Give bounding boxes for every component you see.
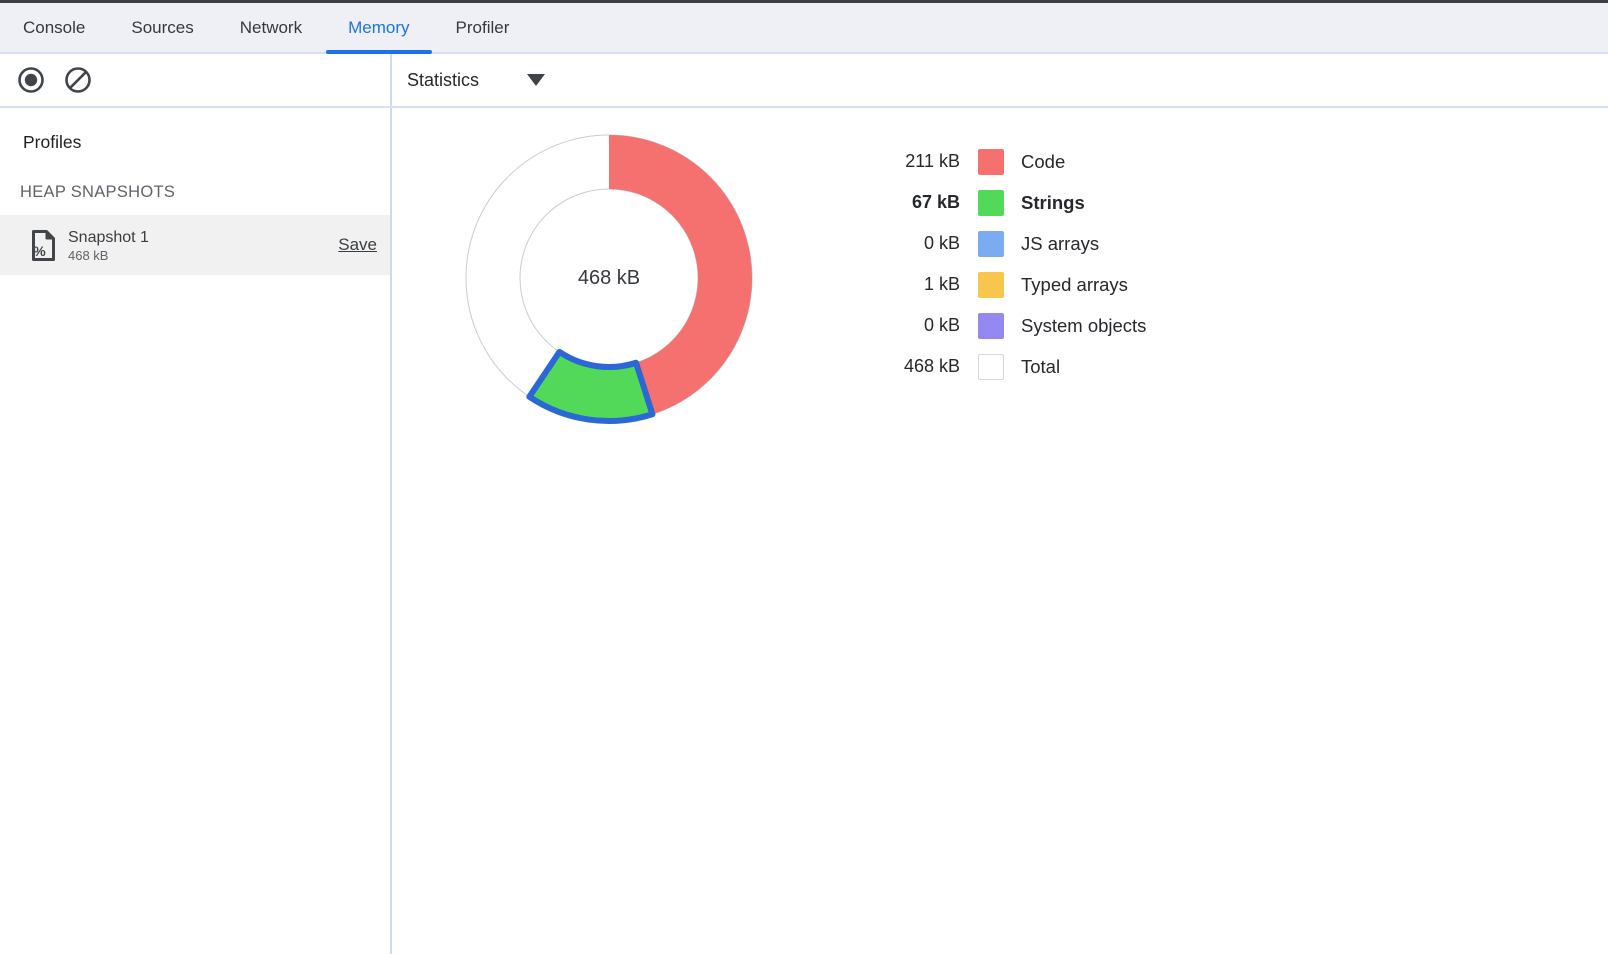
legend-row-system-objects: 0 kB System objects [860, 305, 1146, 346]
legend-label-code: Code [1021, 151, 1065, 173]
clear-profiles-button[interactable] [64, 66, 92, 94]
profiles-sidebar: Profiles HEAP SNAPSHOTS % Snapshot 1 468… [0, 108, 392, 954]
legend-swatch-js-arrays [978, 231, 1004, 257]
perspective-select[interactable]: Statistics [407, 70, 545, 91]
tab-network[interactable]: Network [217, 3, 325, 52]
chart-legend: 211 kB Code 67 kB Strings 0 kB JS arrays 1 kB T… [860, 141, 1146, 387]
legend-label-js-arrays: JS arrays [1021, 233, 1099, 255]
legend-value-typed-arrays: 1 kB [860, 274, 960, 295]
save-snapshot-link[interactable]: Save [338, 235, 377, 255]
sidebar-title: Profiles [23, 132, 390, 153]
legend-label-typed-arrays: Typed arrays [1021, 274, 1128, 296]
donut-svg [459, 128, 759, 428]
legend-row-js-arrays: 0 kB JS arrays [860, 223, 1146, 264]
sidebar-item-snapshot-1[interactable]: % Snapshot 1 468 kB Save [0, 215, 390, 275]
legend-swatch-strings [978, 190, 1004, 216]
legend-value-strings: 67 kB [860, 192, 960, 213]
legend-swatch-code [978, 149, 1004, 175]
legend-swatch-typed-arrays [978, 272, 1004, 298]
legend-row-strings: 67 kB Strings [860, 182, 1146, 223]
legend-label-strings: Strings [1021, 192, 1085, 214]
profiles-toolbar [0, 54, 392, 106]
perspective-select-label: Statistics [407, 70, 479, 91]
tab-console[interactable]: Console [0, 3, 108, 52]
legend-row-code: 211 kB Code [860, 141, 1146, 182]
chevron-down-icon [527, 74, 545, 86]
memory-toolbar: Statistics [0, 54, 1608, 108]
clear-icon [64, 66, 92, 94]
legend-label-total: Total [1021, 356, 1060, 378]
legend-value-total: 468 kB [860, 356, 960, 377]
record-icon [17, 66, 45, 94]
legend-swatch-total [978, 354, 1004, 380]
snapshot-title: Snapshot 1 [68, 228, 149, 248]
legend-value-system-objects: 0 kB [860, 315, 960, 336]
legend-row-total: 468 kB Total [860, 346, 1146, 387]
legend-row-typed-arrays: 1 kB Typed arrays [860, 264, 1146, 305]
legend-label-system-objects: System objects [1021, 315, 1146, 337]
tab-memory[interactable]: Memory [325, 3, 432, 52]
snapshot-text: Snapshot 1 468 kB [68, 228, 149, 263]
legend-value-code: 211 kB [860, 151, 960, 172]
svg-text:%: % [33, 243, 46, 259]
heap-statistics-donut-chart: 468 kB [459, 128, 759, 428]
record-heap-snapshot-button[interactable] [17, 66, 45, 94]
panel-content: Profiles HEAP SNAPSHOTS % Snapshot 1 468… [0, 108, 1608, 954]
tab-sources[interactable]: Sources [108, 3, 216, 52]
view-toolbar: Statistics [392, 54, 1608, 106]
heap-snapshot-document-icon: % [30, 229, 57, 262]
snapshot-size: 468 kB [68, 248, 149, 263]
statistics-view: 468 kB 211 kB Code 67 kB Strings 0 kB JS arra… [392, 108, 1608, 954]
legend-value-js-arrays: 0 kB [860, 233, 960, 254]
devtools-memory-panel: Console Sources Network Memory Profiler [0, 0, 1608, 954]
heap-snapshots-section-header: HEAP SNAPSHOTS [20, 183, 390, 202]
devtools-tab-bar: Console Sources Network Memory Profiler [0, 3, 1608, 54]
tab-profiler[interactable]: Profiler [433, 3, 533, 52]
legend-swatch-system-objects [978, 313, 1004, 339]
